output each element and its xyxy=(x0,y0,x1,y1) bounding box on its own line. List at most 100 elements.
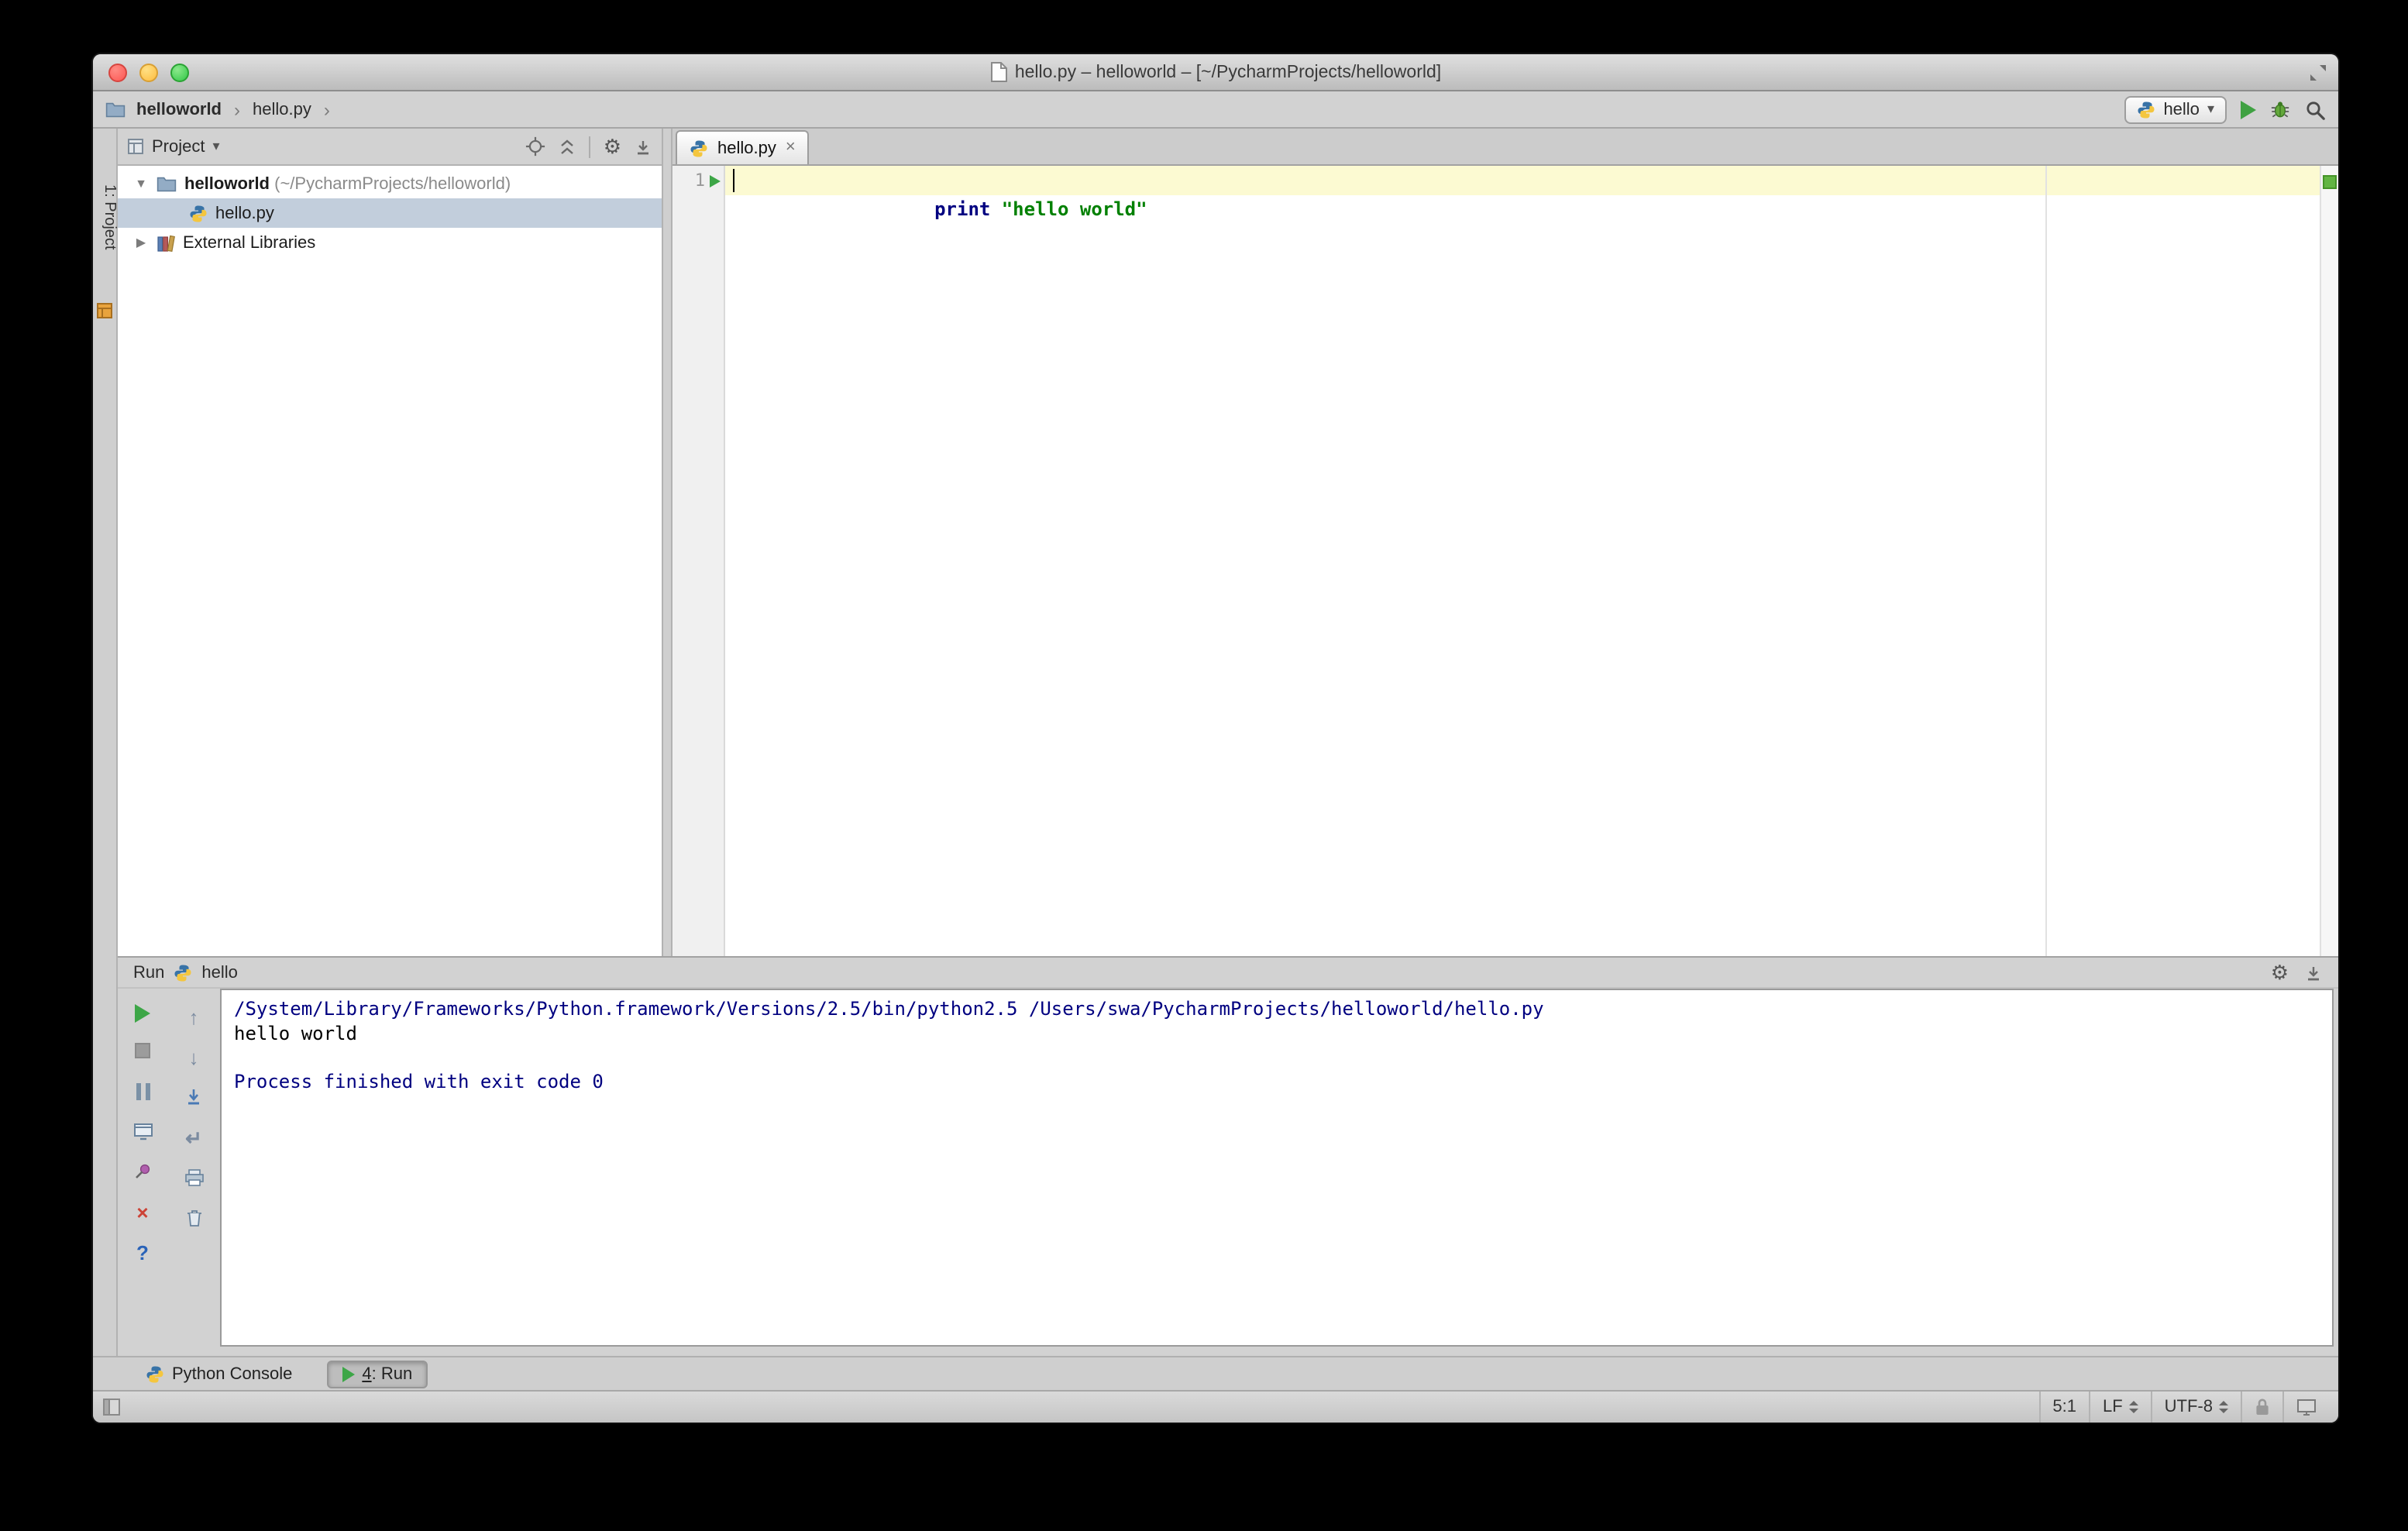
code-string: "hello world" xyxy=(1001,198,1147,220)
debug-button[interactable] xyxy=(2270,99,2290,119)
fullscreen-icon[interactable] xyxy=(2309,64,2327,82)
collapse-all-icon[interactable] xyxy=(559,137,577,156)
clear-all-icon[interactable] xyxy=(181,1206,206,1230)
line-number: 1 xyxy=(694,170,705,191)
breadcrumb-project[interactable]: helloworld xyxy=(133,98,225,120)
tree-expanded-icon[interactable]: ▼ xyxy=(133,177,149,191)
inspection-stripe[interactable] xyxy=(2320,166,2338,956)
locate-file-icon[interactable] xyxy=(526,136,546,157)
caret-position-widget[interactable]: 5:1 xyxy=(2038,1392,2089,1423)
print-icon[interactable] xyxy=(181,1165,206,1190)
rerun-icon[interactable] xyxy=(135,1004,150,1023)
editor-body: 1 print "hello world" xyxy=(673,166,2338,956)
upper-workspace: Project ▾ ⚙ ▼ helloworld (~/PycharmProje… xyxy=(118,129,2338,956)
run-configuration-select[interactable]: hello ▾ xyxy=(2124,95,2227,123)
document-icon xyxy=(990,62,1007,82)
hide-panel-icon[interactable] xyxy=(634,137,652,156)
project-tool-window-button[interactable]: 1: Project xyxy=(93,178,118,256)
status-bar-widgets: 5:1 LF UTF-8 xyxy=(2038,1392,2329,1423)
main-content: 1: Project Project ▾ ⚙ ▼ helloworld (~/P… xyxy=(93,129,2338,1356)
tree-row-project-root[interactable]: ▼ helloworld (~/PycharmProjects/hellowor… xyxy=(118,169,662,198)
project-root-path: (~/PycharmProjects/helloworld) xyxy=(270,174,511,193)
zoom-window-button[interactable] xyxy=(170,63,189,81)
editor-tab-label: hello.py xyxy=(717,139,776,157)
run-toolbar: × ? xyxy=(118,989,167,1347)
run-configuration-name: hello xyxy=(2163,100,2200,119)
run-tool-window: Run hello ⚙ × ? ↑ ↓ ↵ /System/Library/Fr… xyxy=(118,956,2338,1356)
down-stack-trace-icon[interactable]: ↓ xyxy=(181,1044,206,1069)
run-body: × ? ↑ ↓ ↵ /System/Library/Frameworks/Pyt… xyxy=(118,989,2338,1356)
hide-panel-icon[interactable] xyxy=(2304,963,2323,982)
tree-file-label: hello.py xyxy=(215,204,274,222)
title-bar[interactable]: hello.py – helloworld – [~/PycharmProjec… xyxy=(93,54,2338,91)
up-stack-trace-icon[interactable]: ↑ xyxy=(181,1004,206,1029)
settings-gear-icon[interactable]: ⚙ xyxy=(2271,962,2289,982)
tree-row-hello-py[interactable]: hello.py xyxy=(118,198,662,228)
updown-arrows-icon xyxy=(2219,1401,2228,1413)
pin-tab-icon[interactable] xyxy=(130,1159,155,1184)
gutter-line-1: 1 xyxy=(673,166,724,195)
toggle-tool-buttons-icon[interactable] xyxy=(102,1398,121,1416)
editor-gutter: 1 xyxy=(673,166,725,956)
python-file-icon xyxy=(189,204,208,222)
code-editor[interactable]: print "hello world" xyxy=(725,166,2320,956)
soft-wrap-icon[interactable]: ↵ xyxy=(181,1125,206,1150)
panel-splitter[interactable] xyxy=(663,129,673,956)
encoding-widget[interactable]: UTF-8 xyxy=(2150,1392,2241,1423)
workspace-column: Project ▾ ⚙ ▼ helloworld (~/PycharmProje… xyxy=(118,129,2338,1356)
editor-tab-hello-py[interactable]: hello.py × xyxy=(676,130,810,164)
python-icon xyxy=(174,963,192,982)
close-icon[interactable]: × xyxy=(130,1199,155,1224)
help-icon[interactable]: ? xyxy=(130,1240,155,1264)
run-line-icon[interactable] xyxy=(710,174,721,187)
run-tab-icon xyxy=(342,1366,355,1381)
settings-gear-icon[interactable]: ⚙ xyxy=(604,136,621,157)
stop-icon[interactable] xyxy=(130,1038,155,1063)
console-line: hello world xyxy=(234,1022,357,1044)
toolbar-divider xyxy=(589,136,591,157)
run-header-actions: ⚙ xyxy=(2271,962,2323,982)
tree-row-external-libraries[interactable]: ▶ External Libraries xyxy=(118,228,662,257)
run-panel-title: Run xyxy=(133,963,165,982)
window-title: hello.py – helloworld – [~/PycharmProjec… xyxy=(1014,63,1442,81)
breadcrumb-file[interactable]: hello.py xyxy=(249,98,315,120)
project-view-mode[interactable]: Project xyxy=(152,137,205,156)
python-icon xyxy=(146,1364,164,1383)
readonly-lock-widget[interactable] xyxy=(2241,1392,2282,1423)
python-console-tab[interactable]: Python Console xyxy=(130,1360,308,1388)
ide-window: hello.py – helloworld – [~/PycharmProjec… xyxy=(93,54,2338,1423)
console-line: Process finished with exit code 0 xyxy=(234,1070,604,1092)
pause-output-icon[interactable] xyxy=(130,1079,155,1103)
window-title-area: hello.py – helloworld – [~/PycharmProjec… xyxy=(279,54,2152,90)
breadcrumb-separator: › xyxy=(323,98,330,120)
minimize-window-button[interactable] xyxy=(139,63,158,81)
python-icon xyxy=(2137,100,2155,119)
monitor-icon xyxy=(2296,1398,2317,1416)
project-tool-window-icon[interactable] xyxy=(96,302,113,319)
run-config-label: hello xyxy=(201,963,238,982)
inspection-ok-indicator xyxy=(2323,175,2337,189)
restore-layout-icon[interactable] xyxy=(130,1119,155,1144)
updown-arrows-icon xyxy=(2128,1401,2138,1413)
project-view-icon xyxy=(127,138,144,155)
run-console-output[interactable]: /System/Library/Frameworks/Python.framew… xyxy=(220,989,2334,1347)
left-tool-window-stripe: 1: Project xyxy=(93,129,118,1356)
folder-icon xyxy=(105,101,126,118)
run-button[interactable] xyxy=(2241,100,2256,119)
search-everywhere-button[interactable] xyxy=(2304,98,2326,120)
run-tab-label: 4: Run xyxy=(362,1364,413,1383)
close-tab-icon[interactable]: × xyxy=(786,139,796,157)
console-toolbar: ↑ ↓ ↵ xyxy=(167,989,220,1347)
run-tab[interactable]: 4: Run xyxy=(326,1360,428,1388)
close-window-button[interactable] xyxy=(108,63,127,81)
run-controls: hello ▾ xyxy=(2124,95,2326,123)
screen-reader-widget[interactable] xyxy=(2282,1392,2329,1423)
project-tool-window: Project ▾ ⚙ ▼ helloworld (~/PycharmProje… xyxy=(118,129,663,956)
scroll-to-end-icon[interactable] xyxy=(181,1085,206,1110)
project-toolbar-actions: ⚙ xyxy=(526,136,652,157)
editor-tab-bar: hello.py × xyxy=(673,129,2338,166)
tree-collapsed-icon[interactable]: ▶ xyxy=(133,236,149,249)
bottom-tool-window-bar: Python Console 4: Run xyxy=(93,1356,2338,1390)
line-separator-widget[interactable]: LF xyxy=(2088,1392,2151,1423)
